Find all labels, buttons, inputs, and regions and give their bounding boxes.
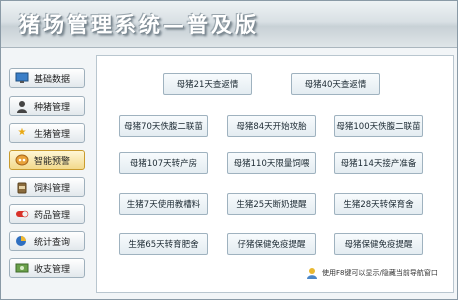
sow-114-day-button[interactable]: 母猪114天接产准备 (334, 152, 423, 174)
hint-text: 使用F8键可以显示/隐藏当前导航窗口 (322, 269, 438, 277)
sow-70-day-vaccine-button[interactable]: 母猪70天佚腹二联苗 (119, 115, 208, 137)
sidebar-item-medicine[interactable]: 药品管理 (9, 204, 85, 224)
sidebar-item-label: 收支管理 (34, 264, 71, 275)
sidebar-item-label: 种猪管理 (34, 102, 71, 113)
sidebar-item-smart-alert[interactable]: 智能预警 (9, 150, 85, 170)
sidebar-item-label: 智能预警 (34, 156, 71, 167)
sidebar-item-label: 生猪管理 (34, 129, 71, 140)
sidebar-item-label: 统计查询 (34, 237, 71, 248)
monitor-icon (15, 71, 29, 85)
sow-110-day-button[interactable]: 母猪110天限量饲喂 (227, 152, 316, 174)
sow-84-day-button[interactable]: 母猪84天开始攻胎 (227, 115, 316, 137)
sow-107-day-button[interactable]: 母猪107天转产房 (119, 152, 208, 174)
sidebar-item-label: 基础数据 (34, 74, 71, 85)
main-panel: 母猪21天查返情 母猪40天查返情 母猪70天佚腹二联苗 母猪84天开始攻胎 母… (96, 55, 454, 293)
person-icon (15, 99, 29, 113)
sidebar-item-statistics[interactable]: 统计查询 (9, 231, 85, 251)
user-info-icon (306, 267, 318, 279)
nav-toggle-hint: 使用F8键可以显示/隐藏当前导航窗口 (306, 267, 438, 279)
app-title: 猪场管理系统—普及版 (19, 12, 259, 37)
sidebar-item-breeder-pigs[interactable]: 种猪管理 (9, 96, 85, 116)
star-icon: ★ (17, 127, 27, 138)
sidebar-item-live-pigs[interactable]: ★ 生猪管理 (9, 123, 85, 143)
chart-icon (15, 234, 29, 248)
piglet-65-day-finishing-button[interactable]: 生猪65天转育肥舍 (119, 233, 208, 255)
sidebar-nav: 基础数据 种猪管理 ★ 生猪管理 智能预警 饲料管理 药品管理 统计查询 收支管… (9, 59, 87, 285)
sow-immunization-button[interactable]: 母猪保健免疫提醒 (334, 233, 423, 255)
money-icon (15, 261, 29, 275)
piglet-28-day-nursery-button[interactable]: 生猪28天转保育舍 (334, 193, 423, 215)
sidebar-item-finance[interactable]: 收支管理 (9, 258, 85, 278)
piglet-7-day-feed-button[interactable]: 生猪7天使用教槽料 (119, 193, 208, 215)
sidebar-item-label: 药品管理 (34, 210, 71, 221)
piglet-immunization-button[interactable]: 仔猪保健免疫提醒 (227, 233, 316, 255)
sow-21-day-check-button[interactable]: 母猪21天查返情 (163, 73, 252, 95)
pill-icon (15, 207, 29, 221)
sow-100-day-vaccine-button[interactable]: 母猪100天佚腹二联苗 (334, 115, 423, 137)
feed-bag-icon (15, 180, 29, 194)
sow-40-day-check-button[interactable]: 母猪40天查返情 (291, 73, 380, 95)
sidebar-item-basic-data[interactable]: 基础数据 (9, 68, 85, 88)
alarm-icon (15, 153, 29, 167)
title-bar: 猪场管理系统—普及版 (1, 1, 457, 48)
piglet-25-day-wean-button[interactable]: 生猪25天断奶提醒 (227, 193, 316, 215)
sidebar-item-feed[interactable]: 饲料管理 (9, 177, 85, 197)
app-window: 猪场管理系统—普及版 基础数据 种猪管理 ★ 生猪管理 智能预警 饲料管理 药品… (0, 0, 458, 300)
sidebar-item-label: 饲料管理 (34, 183, 71, 194)
